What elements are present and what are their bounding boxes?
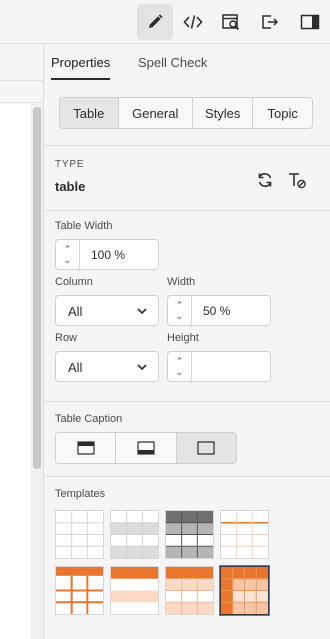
caption-top-icon <box>77 441 95 455</box>
stepper-arrows[interactable]: ⌃ ⌄ <box>168 296 192 325</box>
no-caption-button[interactable] <box>176 433 236 463</box>
chevron-down-icon <box>137 308 147 315</box>
top-toolbar <box>0 0 330 44</box>
property-category-switcher: Table General Styles Topic <box>59 97 313 129</box>
clear-format-icon <box>289 173 306 189</box>
plain-grid-thumbnail <box>56 511 103 558</box>
row-label: Row <box>55 332 78 344</box>
editor-scrollbar[interactable] <box>31 104 43 639</box>
orange-full-thumbnail <box>221 567 268 614</box>
template-orange-full-selected[interactable] <box>219 565 270 616</box>
preview-search-icon <box>222 14 240 31</box>
template-banded-gray[interactable] <box>165 510 214 559</box>
panel-toggle-icon <box>300 14 320 30</box>
segment-table[interactable]: Table <box>60 98 119 128</box>
preview-button[interactable] <box>213 4 249 40</box>
template-orange-header-lines[interactable] <box>55 566 104 615</box>
templates-label: Templates <box>55 488 106 500</box>
chevron-down-icon <box>137 364 147 371</box>
edit-button[interactable] <box>137 4 173 40</box>
chevron-down-icon[interactable]: ⌄ <box>176 311 184 321</box>
width-label: Width <box>167 276 196 288</box>
table-width-value[interactable]: 100 % <box>91 248 125 262</box>
height-label: Height <box>167 332 199 344</box>
table-width-stepper[interactable]: ⌃ ⌄ 100 % <box>55 239 159 270</box>
tab-spell-check[interactable]: Spell Check <box>138 55 207 70</box>
tab-properties[interactable]: Properties <box>51 55 110 70</box>
chevron-up-icon[interactable]: ⌃ <box>64 244 72 254</box>
segment-general[interactable]: General <box>119 98 193 128</box>
section-divider <box>44 401 330 402</box>
document-canvas[interactable] <box>0 104 31 639</box>
panel-toggle-button[interactable] <box>292 4 328 40</box>
orange-lines-thumbnail <box>221 511 268 558</box>
column-label: Column <box>55 276 93 288</box>
caption-top-button[interactable] <box>56 433 117 463</box>
column-width-stepper[interactable]: ⌃ ⌄ 50 % <box>167 295 271 326</box>
table-width-label: Table Width <box>55 220 113 232</box>
section-divider <box>44 210 330 211</box>
code-icon <box>183 15 203 29</box>
properties-panel: Properties Spell Check Table General Sty… <box>44 45 330 639</box>
segment-styles[interactable]: Styles <box>193 98 254 128</box>
orange-banded-thumbnail <box>111 567 158 603</box>
caption-position-switcher <box>55 432 237 464</box>
table-caption-label: Table Caption <box>55 413 123 425</box>
row-value: All <box>68 360 83 375</box>
segment-topic[interactable]: Topic <box>253 98 312 128</box>
editor-subheader <box>0 81 43 103</box>
chevron-up-icon[interactable]: ⌃ <box>176 356 184 366</box>
column-value: All <box>68 304 83 319</box>
template-plain-grid[interactable] <box>55 510 104 559</box>
active-tab-indicator <box>51 78 110 80</box>
column-select[interactable]: All <box>55 295 159 326</box>
editor-header <box>0 45 43 81</box>
caption-bottom-button[interactable] <box>116 433 177 463</box>
header-gray-thumbnail <box>111 511 158 558</box>
stepper-arrows[interactable]: ⌃ ⌄ <box>168 352 192 381</box>
no-caption-icon <box>197 441 215 455</box>
refresh-button[interactable] <box>254 169 276 191</box>
template-orange-header-bands[interactable] <box>165 566 214 615</box>
section-divider <box>44 145 330 146</box>
pencil-icon <box>149 14 163 28</box>
caption-bottom-icon <box>137 441 155 455</box>
orange-header-bands-thumbnail <box>166 567 213 614</box>
scrollbar-thumb[interactable] <box>33 107 41 469</box>
chevron-down-icon[interactable]: ⌄ <box>176 367 184 377</box>
clear-format-button[interactable] <box>286 169 308 191</box>
editor-area <box>0 45 43 639</box>
type-heading: TYPE <box>55 159 85 170</box>
template-header-gray[interactable] <box>110 510 159 559</box>
type-value: table <box>55 179 86 194</box>
source-view-button[interactable] <box>175 4 211 40</box>
template-orange-banded[interactable] <box>110 566 159 615</box>
column-width-value[interactable]: 50 % <box>203 304 230 318</box>
chevron-down-icon[interactable]: ⌄ <box>64 255 72 265</box>
orange-header-lines-thumbnail <box>56 567 103 614</box>
row-height-stepper[interactable]: ⌃ ⌄ <box>167 351 271 382</box>
export-button[interactable] <box>252 4 288 40</box>
banded-gray-thumbnail <box>166 511 213 558</box>
row-select[interactable]: All <box>55 351 159 382</box>
chevron-up-icon[interactable]: ⌃ <box>176 300 184 310</box>
template-orange-lines[interactable] <box>220 510 269 559</box>
panel-tabs: Properties Spell Check <box>44 45 330 81</box>
refresh-icon <box>258 173 272 187</box>
export-icon <box>262 15 279 29</box>
stepper-arrows[interactable]: ⌃ ⌄ <box>56 240 80 269</box>
section-divider <box>44 476 330 477</box>
